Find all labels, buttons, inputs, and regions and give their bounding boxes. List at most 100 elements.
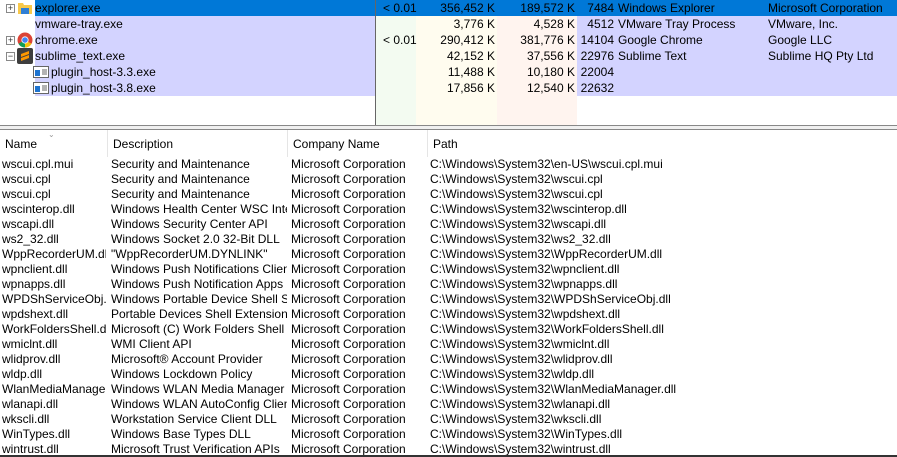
- dll-row[interactable]: wmiclnt.dll WMI Client API Microsoft Corpo…: [0, 337, 897, 352]
- dll-row[interactable]: wlidprov.dll Microsoft® Account Provider M…: [0, 352, 897, 367]
- dll-row[interactable]: wkscli.dll Workstation Service Client DLL…: [0, 412, 897, 427]
- chrome-icon: [17, 32, 33, 48]
- cpu-value: < 0.01: [383, 1, 417, 15]
- process-name: vmware-tray.exe: [35, 17, 123, 31]
- column-header-path[interactable]: Path: [428, 130, 897, 157]
- private-bytes-value: 3,776 K: [453, 17, 495, 31]
- dll-company: Microsoft Corporation: [291, 382, 406, 396]
- expand-icon[interactable]: +: [6, 36, 15, 45]
- dll-row[interactable]: WinTypes.dll Windows Base Types DLL Micros…: [0, 427, 897, 442]
- dll-description: Windows Security Center API: [111, 217, 268, 231]
- dll-name: wscui.cpl.mui: [2, 157, 74, 171]
- dll-row[interactable]: wpdshext.dll Portable Devices Shell Exten…: [0, 307, 897, 322]
- private-bytes-value: 356,452 K: [440, 1, 495, 15]
- dll-company: Microsoft Corporation: [291, 367, 406, 381]
- dll-path: C:\Windows\System32\wpnapps.dll: [430, 277, 618, 291]
- pane-divider[interactable]: [375, 0, 376, 125]
- dll-name: WlanMediaManage...: [2, 382, 106, 396]
- dll-name: wlanapi.dll: [2, 397, 59, 411]
- dll-company: Microsoft Corporation: [291, 322, 406, 336]
- dll-company: Microsoft Corporation: [291, 307, 406, 321]
- column-header-label: Description: [113, 137, 174, 151]
- working-set-value: 10,180 K: [526, 65, 575, 79]
- process-info-bg: [577, 64, 897, 80]
- sublime-text-icon: [17, 48, 33, 64]
- process-row[interactable]: vmware-tray.exe 3,776 K 4,528 K 4512 VMware …: [0, 16, 897, 32]
- dll-row[interactable]: wscapi.dll Windows Security Center API Mic…: [0, 217, 897, 232]
- dll-path: C:\Windows\System32\en-US\wscui.cpl.mui: [430, 157, 663, 171]
- process-row[interactable]: − sublime_text.exe 42,152 K 37,556 K 22976 Su…: [0, 48, 897, 64]
- column-header-label: Path: [433, 137, 458, 151]
- dll-path: C:\Windows\System32\WorkFoldersShell.dll: [430, 322, 664, 336]
- dll-path: C:\Windows\System32\wscapi.dll: [430, 217, 607, 231]
- dll-company: Microsoft Corporation: [291, 157, 406, 171]
- dll-description: Portable Devices Shell Extension: [111, 307, 287, 321]
- column-header-label: Company Name: [293, 137, 380, 151]
- dll-company: Microsoft Corporation: [291, 292, 406, 306]
- dll-name: WPDShServiceObj.dll: [2, 292, 106, 306]
- pid-value: 22976: [580, 49, 614, 63]
- dll-company: Microsoft Corporation: [291, 202, 406, 216]
- column-header-company[interactable]: Company Name: [288, 130, 428, 157]
- sort-caret-icon: ⌄: [48, 130, 55, 139]
- dll-description: Windows Socket 2.0 32-Bit DLL: [111, 232, 280, 246]
- working-set-value: 4,528 K: [533, 17, 575, 31]
- window-app-icon: [33, 64, 49, 80]
- dll-company: Microsoft Corporation: [291, 247, 406, 261]
- process-company: VMware, Inc.: [768, 17, 839, 31]
- dll-description: Windows Base Types DLL: [111, 427, 251, 441]
- process-name: plugin_host-3.8.exe: [51, 81, 156, 95]
- dll-path: C:\Windows\System32\wpdshext.dll: [430, 307, 621, 321]
- dll-row[interactable]: wpnapps.dll Windows Push Notification App…: [0, 277, 897, 292]
- dll-company: Microsoft Corporation: [291, 217, 406, 231]
- dll-row[interactable]: wpnclient.dll Windows Push Notifications …: [0, 262, 897, 277]
- dll-row[interactable]: wscui.cpl.mui Security and Maintenance Mic…: [0, 157, 897, 172]
- collapse-icon[interactable]: −: [6, 52, 15, 61]
- dll-description: Workstation Service Client DLL: [111, 412, 277, 426]
- dll-row[interactable]: wlanapi.dll Windows WLAN AutoConfig Clien…: [0, 397, 897, 412]
- dll-path: C:\Windows\System32\WinTypes.dll: [430, 427, 623, 441]
- dll-company: Microsoft Corporation: [291, 427, 406, 441]
- dll-name: ws2_32.dll: [2, 232, 59, 246]
- dll-path: C:\Windows\System32\wlanapi.dll: [430, 397, 611, 411]
- column-header-description[interactable]: Description: [108, 130, 288, 157]
- dll-row[interactable]: WPDShServiceObj.dll Windows Portable Devi…: [0, 292, 897, 307]
- process-row[interactable]: + explorer.exe < 0.01 356,452 K 189,572 K 748…: [0, 0, 897, 16]
- working-set-value: 12,540 K: [526, 81, 575, 95]
- dll-path: C:\Windows\System32\wscui.cpl: [430, 172, 603, 186]
- process-row[interactable]: plugin_host-3.8.exe 17,856 K 12,540 K 22632: [0, 80, 897, 96]
- dll-name: wscinterop.dll: [2, 202, 75, 216]
- dll-row[interactable]: WlanMediaManage... Windows WLAN Media Man…: [0, 382, 897, 397]
- dll-name: wpnapps.dll: [2, 277, 66, 291]
- dll-path: C:\Windows\System32\WppRecorderUM.dll: [430, 247, 663, 261]
- process-description: VMware Tray Process: [618, 17, 736, 31]
- dll-row[interactable]: ws2_32.dll Windows Socket 2.0 32-Bit DLL M…: [0, 232, 897, 247]
- process-name: plugin_host-3.3.exe: [51, 65, 156, 79]
- expand-icon[interactable]: +: [6, 4, 15, 13]
- explorer-folder-icon: [17, 0, 33, 16]
- cpu-value: < 0.01: [383, 33, 417, 47]
- process-description: Sublime Text: [618, 49, 687, 63]
- dll-row[interactable]: WorkFoldersShell.dll Microsoft (C) Work F…: [0, 322, 897, 337]
- process-company: Sublime HQ Pty Ltd: [768, 49, 874, 63]
- dll-row[interactable]: WppRecorderUM.dll "WppRecorderUM.DYNLINK"…: [0, 247, 897, 262]
- dll-name: wlidprov.dll: [2, 352, 61, 366]
- process-row[interactable]: plugin_host-3.3.exe 11,488 K 10,180 K 22004: [0, 64, 897, 80]
- dll-path: C:\Windows\System32\WlanMediaManager.dll: [430, 382, 677, 396]
- dll-name: WinTypes.dll: [2, 427, 71, 441]
- dll-description: Microsoft® Account Provider: [111, 352, 263, 366]
- dll-row[interactable]: wscinterop.dll Windows Health Center WSC …: [0, 202, 897, 217]
- private-bytes-value: 11,488 K: [447, 65, 495, 79]
- dll-path: C:\Windows\System32\wldp.dll: [430, 367, 595, 381]
- pid-value: 4512: [587, 17, 614, 31]
- dll-row[interactable]: wscui.cpl Security and Maintenance Microso…: [0, 172, 897, 187]
- private-bytes-value: 42,152 K: [446, 49, 495, 63]
- dll-path: C:\Windows\System32\ws2_32.dll: [430, 232, 611, 246]
- dll-row[interactable]: wscui.cpl Security and Maintenance Microso…: [0, 187, 897, 202]
- dll-row[interactable]: wldp.dll Windows Lockdown Policy Microsoft…: [0, 367, 897, 382]
- dll-name: wkscli.dll: [2, 412, 50, 426]
- process-row[interactable]: + chrome.exe < 0.01 290,412 K 381,776 K 14104…: [0, 32, 897, 48]
- column-header-name[interactable]: Name ⌄: [0, 130, 108, 157]
- dll-company: Microsoft Corporation: [291, 352, 406, 366]
- dll-name: wscui.cpl: [2, 172, 51, 186]
